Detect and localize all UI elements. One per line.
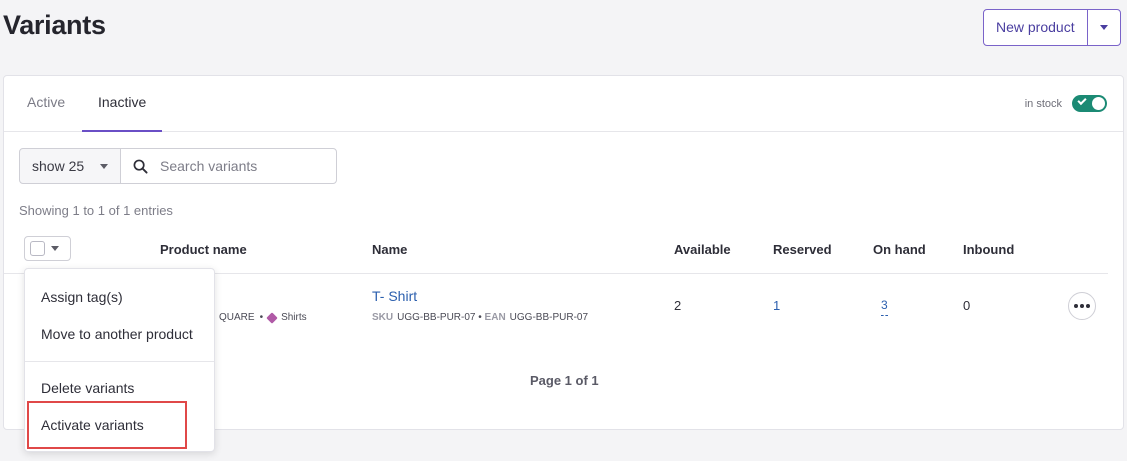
product-meta: QUARE • Shirts [219, 311, 307, 324]
column-available[interactable]: Available [674, 242, 731, 257]
page-size-value: show 25 [32, 158, 85, 174]
pagination-info: Page 1 of 1 [530, 373, 599, 388]
new-product-split-button: New product [983, 9, 1121, 46]
select-all-checkbox[interactable] [30, 241, 45, 256]
tabs-bar: Active Inactive in stock [4, 76, 1123, 132]
caret-down-icon [1099, 25, 1108, 30]
tab-inactive[interactable]: Inactive [82, 76, 163, 132]
highlight-box [27, 401, 187, 449]
variant-name-link[interactable]: T- Shirt [372, 288, 417, 304]
new-product-dropdown-toggle[interactable] [1088, 10, 1120, 45]
product-tag: Shirts [281, 312, 307, 323]
column-product-name[interactable]: Product name [160, 242, 247, 257]
toggle-knob [1092, 97, 1105, 110]
in-stock-label: in stock [1024, 97, 1062, 110]
column-reserved[interactable]: Reserved [773, 242, 832, 257]
available-value: 2 [674, 298, 682, 313]
menu-item-delete-variants[interactable]: Delete variants [41, 380, 134, 396]
entries-count: Showing 1 to 1 of 1 entries [19, 203, 173, 218]
ean-value: UGG-BB-PUR-07 [509, 312, 589, 323]
inbound-value: 0 [963, 298, 971, 313]
page-title: Variants [3, 10, 106, 40]
menu-divider [25, 361, 214, 362]
ean-label: EAN [484, 312, 506, 323]
on-hand-link[interactable]: 3 [881, 298, 888, 316]
more-icon [1074, 304, 1078, 308]
search-input[interactable] [160, 158, 320, 174]
variant-codes: SKU UGG-BB-PUR-07 • EAN UGG-BB-PUR-07 [372, 312, 589, 323]
column-inbound[interactable]: Inbound [963, 242, 1014, 257]
in-stock-filter: in stock [1025, 95, 1107, 112]
sku-value: UGG-BB-PUR-07 [397, 312, 476, 323]
tag-icon [266, 311, 278, 324]
caret-down-icon [51, 246, 59, 251]
tab-active[interactable]: Active [11, 76, 81, 132]
search-box [120, 148, 337, 184]
sku-label: SKU [372, 312, 394, 323]
column-name[interactable]: Name [372, 242, 407, 257]
check-icon [1077, 95, 1087, 106]
menu-item-assign-tags[interactable]: Assign tag(s) [41, 289, 123, 305]
in-stock-toggle[interactable] [1072, 95, 1107, 112]
new-product-button[interactable]: New product [984, 10, 1088, 45]
select-all-dropdown[interactable] [24, 236, 71, 261]
search-icon [133, 159, 148, 174]
row-actions-button[interactable] [1068, 292, 1096, 320]
menu-item-move-to-product[interactable]: Move to another product [41, 326, 193, 342]
reserved-link[interactable]: 1 [773, 298, 780, 313]
caret-down-icon [100, 163, 109, 169]
product-name-partial[interactable]: QUARE [219, 312, 255, 323]
column-on-hand[interactable]: On hand [873, 242, 926, 257]
page-size-select[interactable]: show 25 [19, 148, 121, 184]
